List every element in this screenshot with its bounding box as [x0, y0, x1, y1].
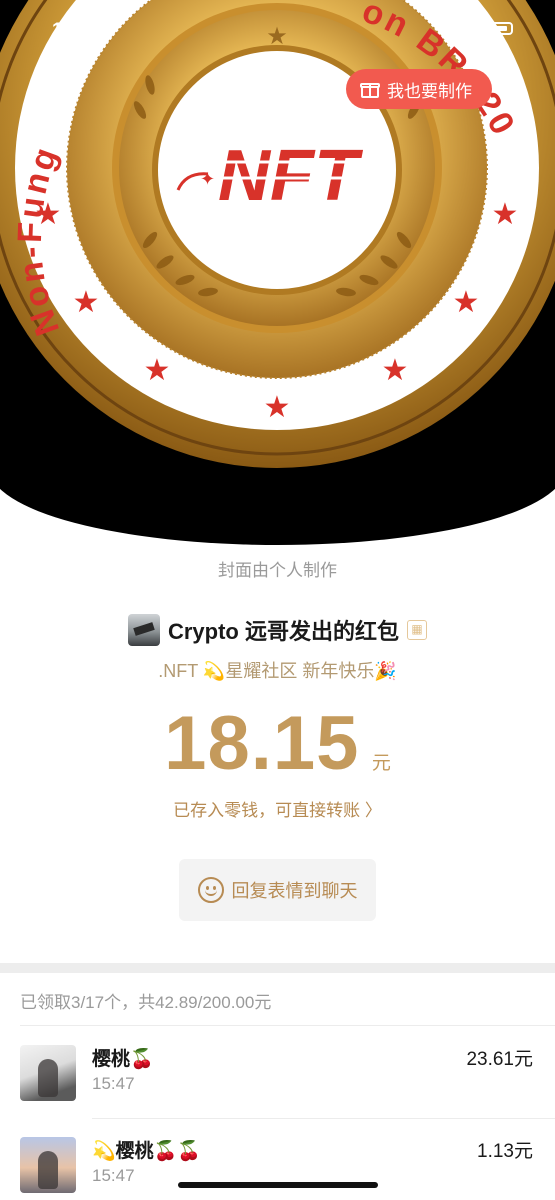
svg-text:★: ★	[264, 390, 291, 425]
red-packet-cover: NFT ✦ ★ ★ ★ ★ ★ ★ ★ ★ Non-Fung on BRC20 …	[0, 0, 555, 545]
chevron-left-icon: ‹	[26, 72, 36, 105]
signal-icon	[459, 22, 479, 35]
red-packet-tag-icon: ▦	[407, 620, 427, 640]
gift-icon	[360, 80, 380, 98]
home-indicator[interactable]	[178, 1182, 378, 1188]
amount-value: 18.15	[164, 701, 360, 786]
avatar[interactable]	[20, 1045, 76, 1101]
receiver-time: 15:47	[92, 1166, 135, 1185]
battery-icon	[487, 22, 513, 35]
avatar[interactable]	[20, 1137, 76, 1193]
svg-text:✦: ✦	[200, 169, 215, 189]
make-cover-button[interactable]: 我也要制作	[346, 69, 492, 109]
back-button[interactable]: ‹	[14, 72, 48, 106]
smile-icon	[197, 877, 224, 903]
list-item[interactable]: 樱桃🍒 15:47 23.61元	[0, 1040, 555, 1120]
receiver-name: 樱桃🍒	[92, 1049, 154, 1070]
sender-avatar[interactable]	[127, 614, 160, 646]
saved-to-wallet-link[interactable]: 已存入零钱，可直接转账 〉	[0, 796, 555, 821]
nft-logo-text: NFT	[218, 136, 364, 216]
status-icons	[459, 22, 513, 35]
svg-text:★: ★	[382, 353, 409, 388]
receiver-name: 💫樱桃🍒🍒	[92, 1141, 201, 1162]
reply-sticker-label: 回复表情到聊天	[231, 881, 358, 901]
status-bar: 15:47	[0, 18, 555, 48]
divider	[20, 1025, 555, 1026]
claim-summary: 已领取3/17个，共42.89/200.00元	[20, 993, 272, 1012]
reply-sticker-button[interactable]: 回复表情到聊天	[179, 859, 376, 921]
receiver-amount: 1.13元	[477, 1141, 533, 1162]
receiver-time: 15:47	[92, 1074, 135, 1093]
svg-text:★: ★	[492, 197, 519, 232]
section-divider	[0, 963, 555, 973]
status-time: 15:47	[52, 20, 101, 41]
sender-name: Crypto 远哥发出的红包	[167, 619, 399, 644]
divider	[92, 1118, 555, 1119]
list-item[interactable]: 💫樱桃🍒🍒 15:47 1.13元	[0, 1132, 555, 1200]
cover-note: 封面由个人制作	[218, 561, 337, 580]
svg-text:★: ★	[453, 285, 480, 320]
receiver-amount: 23.61元	[466, 1049, 533, 1070]
wish-text: .NFT 💫星耀社区 新年快乐🎉	[158, 661, 397, 681]
svg-text:★: ★	[73, 285, 100, 320]
amount-row: 18.15 元	[0, 700, 555, 787]
sender-row: Crypto 远哥发出的红包 ▦	[0, 614, 555, 646]
svg-text:★: ★	[144, 353, 171, 388]
amount-unit: 元	[371, 753, 391, 774]
make-cover-label: 我也要制作	[387, 81, 472, 101]
